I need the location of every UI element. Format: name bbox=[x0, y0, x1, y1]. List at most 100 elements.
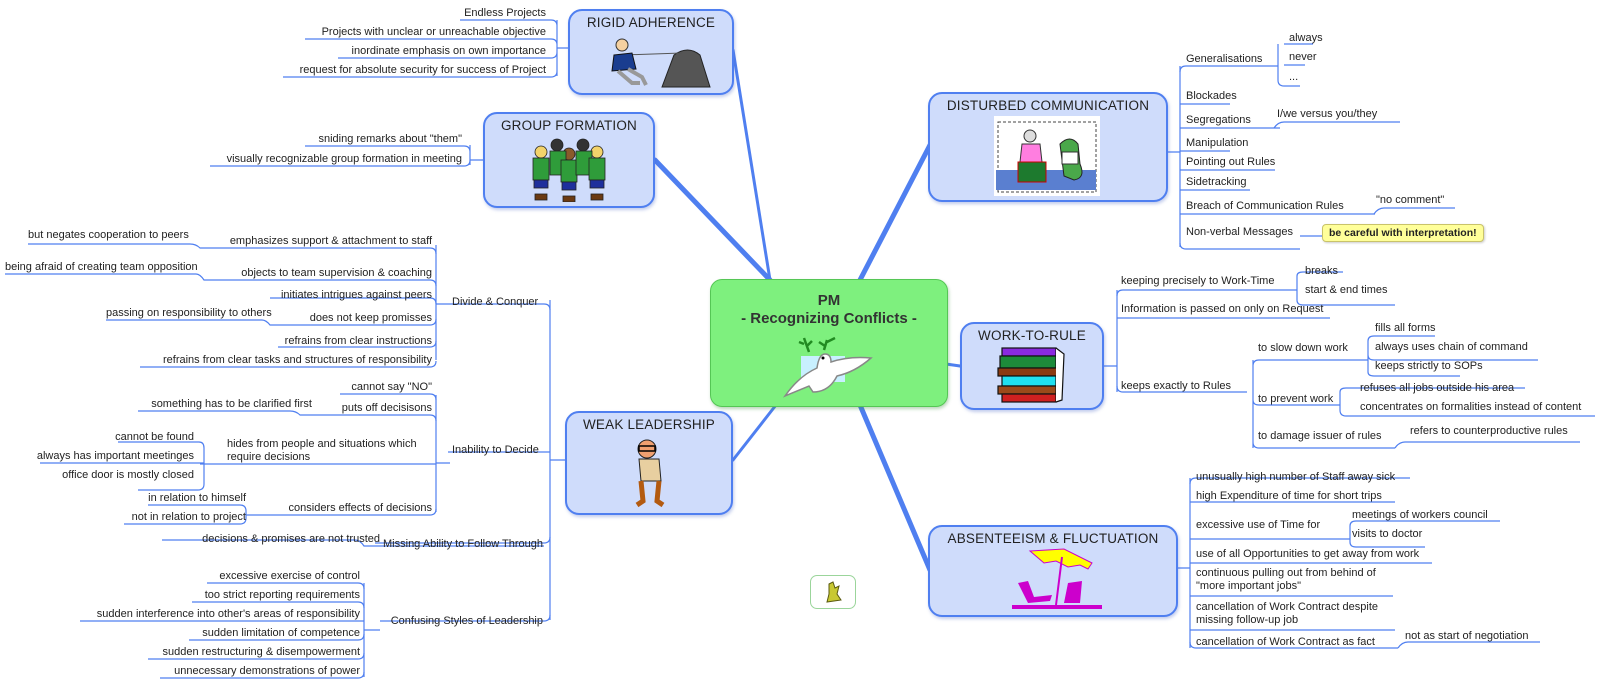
disturbed-subitem[interactable]: I/we versus you/they bbox=[1277, 108, 1377, 121]
disturbed-item[interactable]: Non-verbal Messages bbox=[1186, 226, 1293, 239]
inability-item-line1[interactable]: hides from people and situations which bbox=[227, 438, 417, 451]
group-item[interactable]: visually recognizable group formation in… bbox=[227, 153, 462, 166]
man-pulling-rope-icon bbox=[611, 38, 711, 88]
work-subitem[interactable]: refers to counterproductive rules bbox=[1410, 425, 1568, 438]
absent-subitem[interactable]: not as start of negotiation bbox=[1405, 630, 1529, 643]
stack-of-books-icon bbox=[997, 347, 1065, 403]
work-subitem[interactable]: start & end times bbox=[1305, 284, 1388, 297]
weak-inability-label[interactable]: Inability to Decide bbox=[452, 444, 539, 457]
work-child[interactable]: to prevent work bbox=[1258, 393, 1333, 406]
work-child[interactable]: to damage issuer of rules bbox=[1258, 430, 1382, 443]
work-subitem[interactable]: breaks bbox=[1305, 265, 1338, 278]
topic-work-to-rule[interactable]: WORK-TO-RULE bbox=[960, 322, 1104, 410]
divide-item[interactable]: refrains from clear instructions bbox=[285, 335, 432, 348]
callout-note[interactable]: be careful with interpretation! bbox=[1322, 224, 1484, 242]
disturbed-item[interactable]: Pointing out Rules bbox=[1186, 156, 1275, 169]
absent-item-line1[interactable]: continuous pulling out from behind of bbox=[1196, 567, 1376, 580]
disturbed-item[interactable]: Breach of Communication Rules bbox=[1186, 200, 1344, 213]
peace-dove-icon bbox=[782, 336, 873, 398]
confusing-item[interactable]: sudden interference into other's areas o… bbox=[97, 608, 360, 621]
group-of-people-icon bbox=[532, 138, 606, 202]
disturbed-subitem[interactable]: "no comment" bbox=[1376, 194, 1444, 207]
group-item[interactable]: sniding remarks about "them" bbox=[318, 133, 462, 146]
topic-weak-leadership[interactable]: WEAK LEADERSHIP bbox=[565, 411, 733, 515]
disturbed-item[interactable]: Segregations bbox=[1186, 114, 1251, 127]
topic-rigid-adherence[interactable]: RIGID ADHERENCE bbox=[568, 9, 734, 95]
confusing-item[interactable]: too strict reporting requirements bbox=[205, 589, 360, 602]
divide-subitem[interactable]: being afraid of creating team opposition bbox=[5, 261, 198, 274]
inability-subitem[interactable]: always has important meetinges bbox=[37, 450, 194, 463]
work-subitem[interactable]: refuses all jobs outside his area bbox=[1360, 382, 1514, 395]
work-subitem[interactable]: concentrates on formalities instead of c… bbox=[1360, 401, 1581, 414]
inability-subitem[interactable]: something has to be clarified first bbox=[151, 398, 312, 411]
divide-subitem[interactable]: but negates cooperation to peers bbox=[28, 229, 189, 242]
confusing-item[interactable]: sudden restructuring & disempowerment bbox=[163, 646, 360, 659]
disturbed-subitem[interactable]: never bbox=[1289, 51, 1317, 64]
absent-item-line2[interactable]: "more important jobs" bbox=[1196, 580, 1301, 593]
topic-title: DISTURBED COMMUNICATION bbox=[946, 98, 1150, 113]
confusing-item[interactable]: excessive exercise of control bbox=[219, 570, 360, 583]
missing-subitem[interactable]: decisions & promises are not trusted bbox=[202, 533, 380, 546]
topic-title: RIGID ADHERENCE bbox=[586, 15, 716, 30]
link-center-work bbox=[944, 362, 962, 368]
inability-subitem[interactable]: not in relation to project bbox=[132, 511, 246, 524]
absent-subitem[interactable]: visits to doctor bbox=[1352, 528, 1422, 541]
central-topic[interactable]: PM - Recognizing Conflicts - bbox=[710, 279, 948, 407]
work-subitem[interactable]: always uses chain of command bbox=[1375, 341, 1528, 354]
topic-title: GROUP FORMATION bbox=[500, 118, 637, 133]
work-child[interactable]: to slow down work bbox=[1258, 342, 1348, 355]
disturbed-item[interactable]: Generalisations bbox=[1186, 53, 1262, 66]
rigid-item[interactable]: Projects with unclear or unreachable obj… bbox=[322, 26, 546, 39]
work-item[interactable]: keeps exactly to Rules bbox=[1121, 380, 1231, 393]
disturbed-item[interactable]: Sidetracking bbox=[1186, 176, 1247, 189]
inability-item[interactable]: cannot say "NO" bbox=[351, 381, 432, 394]
work-subitem[interactable]: fills all forms bbox=[1375, 322, 1436, 335]
rigid-item[interactable]: Endless Projects bbox=[464, 7, 546, 20]
disturbed-subitem[interactable]: always bbox=[1289, 32, 1323, 45]
absent-item-line1[interactable]: cancellation of Work Contract despite bbox=[1196, 601, 1378, 614]
absent-item[interactable]: excessive use of Time for bbox=[1196, 519, 1320, 532]
topic-title: ABSENTEEISM & FLUCTUATION bbox=[947, 531, 1159, 546]
floating-topic[interactable] bbox=[810, 575, 856, 609]
weak-confusing-label[interactable]: Confusing Styles of Leadership bbox=[391, 615, 543, 628]
divide-subitem[interactable]: passing on responsibility to others bbox=[106, 307, 272, 320]
link-center-disturbed bbox=[857, 142, 933, 283]
weak-missing-label[interactable]: Missing Ability to Follow Through bbox=[383, 538, 543, 551]
absent-item-line2[interactable]: missing follow-up job bbox=[1196, 614, 1298, 627]
inability-subitem[interactable]: office door is mostly closed bbox=[62, 469, 194, 482]
confusing-item[interactable]: unnecessary demonstrations of power bbox=[174, 665, 360, 678]
inability-item-line2[interactable]: require decisions bbox=[227, 451, 310, 464]
absent-item[interactable]: unusually high number of Staff away sick bbox=[1196, 471, 1395, 484]
rigid-item[interactable]: request for absolute security for succes… bbox=[300, 64, 546, 77]
topic-title: WEAK LEADERSHIP bbox=[582, 417, 716, 432]
disturbed-item[interactable]: Blockades bbox=[1186, 90, 1237, 103]
inability-item[interactable]: considers effects of decisions bbox=[289, 502, 432, 515]
disturbed-subitem[interactable]: ... bbox=[1289, 71, 1298, 84]
link-center-weak bbox=[731, 403, 778, 462]
absent-subitem[interactable]: meetings of workers council bbox=[1352, 509, 1488, 522]
confusing-item[interactable]: sudden limitation of competence bbox=[202, 627, 360, 640]
disturbed-item[interactable]: Manipulation bbox=[1186, 137, 1248, 150]
central-topic-title: PM bbox=[817, 292, 841, 309]
absent-item[interactable]: high Expenditure of time for short trips bbox=[1196, 490, 1382, 503]
inability-item[interactable]: puts off decisisons bbox=[342, 402, 432, 415]
inability-subitem[interactable]: cannot be found bbox=[115, 431, 194, 444]
topic-group-formation[interactable]: GROUP FORMATION bbox=[483, 112, 655, 208]
divide-item[interactable]: emphasizes support & attachment to staff bbox=[230, 235, 432, 248]
work-item[interactable]: Information is passed on only on Request bbox=[1121, 303, 1323, 316]
absent-item[interactable]: cancellation of Work Contract as fact bbox=[1196, 636, 1375, 649]
small-figure-icon bbox=[826, 581, 842, 603]
weak-divide-label[interactable]: Divide & Conquer bbox=[452, 296, 538, 309]
confused-man-icon bbox=[635, 439, 665, 508]
divide-item[interactable]: initiates intrigues against peers bbox=[281, 289, 432, 302]
rigid-item[interactable]: inordinate emphasis on own importance bbox=[352, 45, 546, 58]
divide-item[interactable]: refrains from clear tasks and structures… bbox=[163, 354, 432, 367]
divide-item[interactable]: does not keep promisses bbox=[310, 312, 432, 325]
inability-subitem[interactable]: in relation to himself bbox=[148, 492, 246, 505]
topic-absenteeism-fluctuation[interactable]: ABSENTEEISM & FLUCTUATION bbox=[928, 525, 1178, 617]
work-item[interactable]: keeping precisely to Work-Time bbox=[1121, 275, 1274, 288]
topic-disturbed-communication[interactable]: DISTURBED COMMUNICATION bbox=[928, 92, 1168, 202]
absent-item[interactable]: use of all Opportunities to get away fro… bbox=[1196, 548, 1419, 561]
work-subitem[interactable]: keeps strictly to SOPs bbox=[1375, 360, 1483, 373]
divide-item[interactable]: objects to team supervision & coaching bbox=[241, 267, 432, 280]
